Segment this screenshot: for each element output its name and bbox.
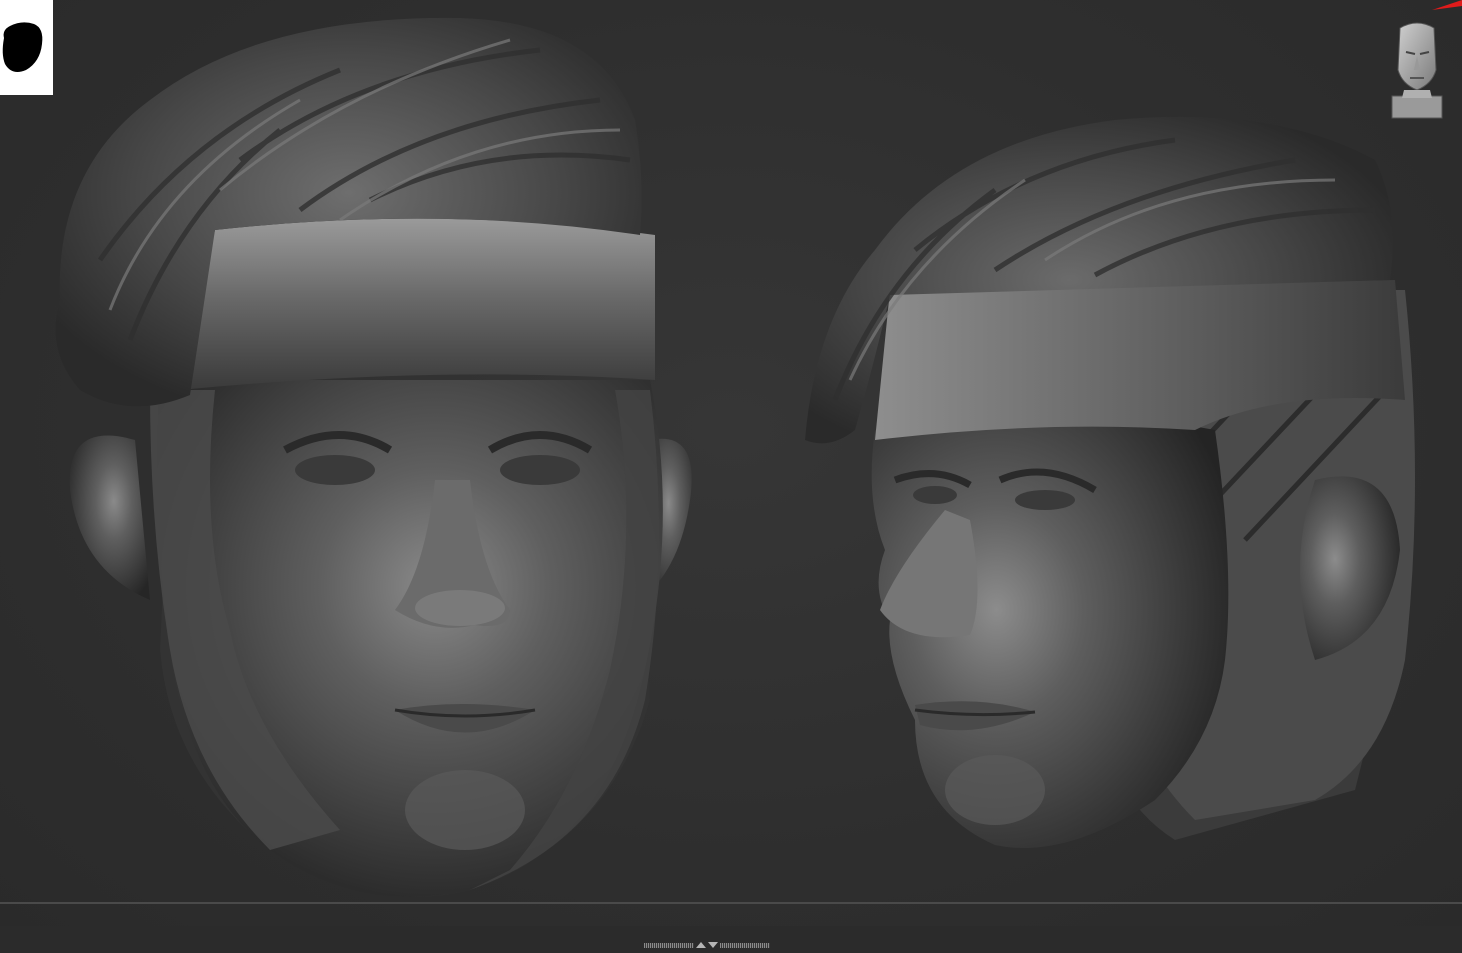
- splitter-grip-right[interactable]: [720, 942, 770, 948]
- red-accent-marker: [1432, 0, 1462, 10]
- splitter-grip-left[interactable]: [644, 942, 694, 948]
- arrow-down-icon[interactable]: [708, 942, 718, 948]
- floor-grid-line: [0, 902, 1462, 904]
- head-navigation-icon[interactable]: [1388, 18, 1446, 122]
- splitter-arrows-icon[interactable]: [642, 941, 772, 949]
- arrow-up-icon[interactable]: [696, 942, 706, 948]
- head-sculpt-front[interactable]: [40, 10, 720, 910]
- brush-alpha-thumbnail[interactable]: [0, 0, 53, 95]
- sculpt-viewport[interactable]: [0, 0, 1462, 953]
- head-sculpt-three-quarter[interactable]: [795, 100, 1435, 880]
- brush-alpha-icon: [2, 22, 43, 72]
